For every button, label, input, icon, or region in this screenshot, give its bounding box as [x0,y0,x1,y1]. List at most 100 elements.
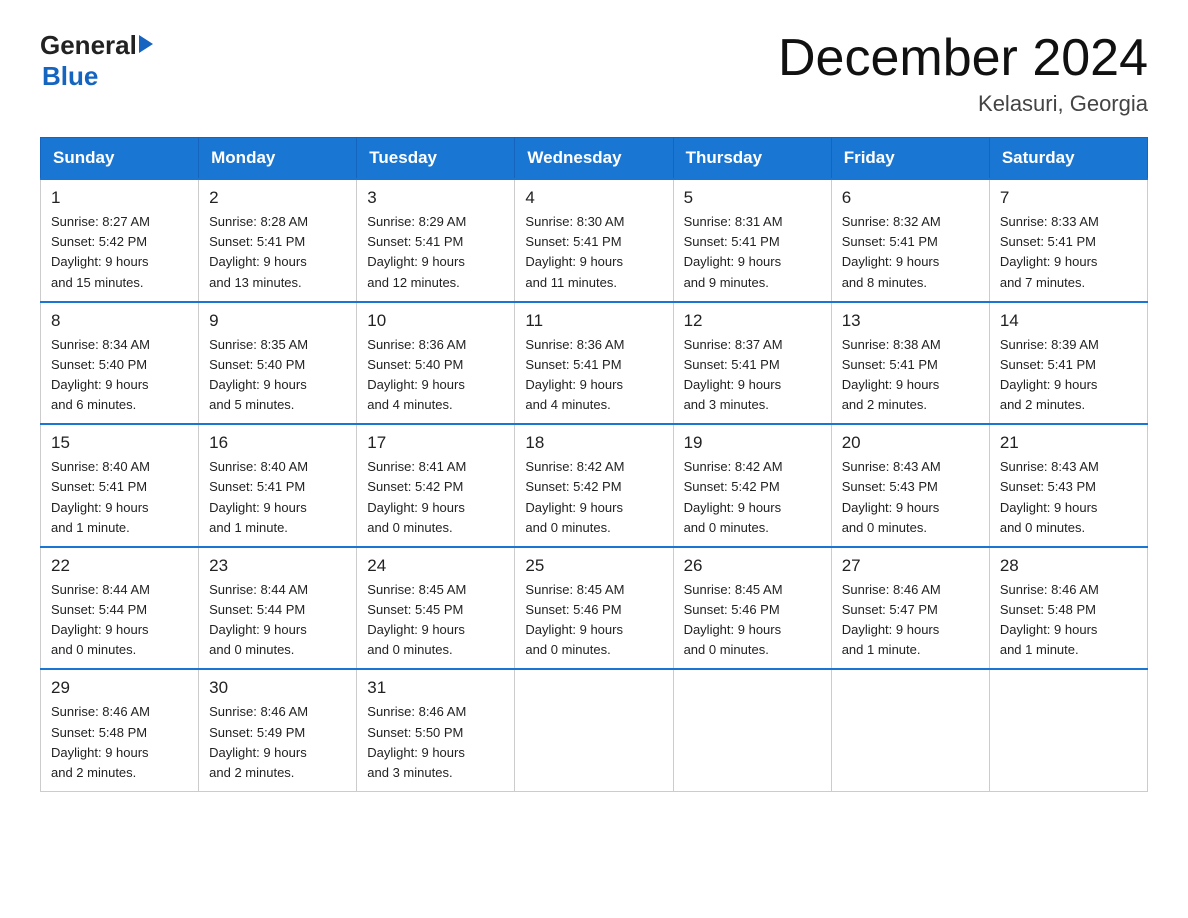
calendar-cell: 17 Sunrise: 8:41 AMSunset: 5:42 PMDayligh… [357,424,515,547]
calendar-cell: 26 Sunrise: 8:45 AMSunset: 5:46 PMDayligh… [673,547,831,670]
calendar-cell: 10 Sunrise: 8:36 AMSunset: 5:40 PMDayligh… [357,302,515,425]
calendar-cell: 31 Sunrise: 8:46 AMSunset: 5:50 PMDayligh… [357,669,515,791]
day-number: 3 [367,188,504,208]
calendar-table: SundayMondayTuesdayWednesdayThursdayFrid… [40,137,1148,792]
calendar-cell: 21 Sunrise: 8:43 AMSunset: 5:43 PMDayligh… [989,424,1147,547]
day-number: 28 [1000,556,1137,576]
day-info: Sunrise: 8:33 AMSunset: 5:41 PMDaylight:… [1000,212,1137,293]
day-info: Sunrise: 8:46 AMSunset: 5:48 PMDaylight:… [1000,580,1137,661]
calendar-cell: 18 Sunrise: 8:42 AMSunset: 5:42 PMDayligh… [515,424,673,547]
calendar-cell: 2Sunrise: 8:28 AMSunset: 5:41 PMDaylight… [199,179,357,302]
day-info: Sunrise: 8:42 AMSunset: 5:42 PMDaylight:… [684,457,821,538]
calendar-cell: 19 Sunrise: 8:42 AMSunset: 5:42 PMDayligh… [673,424,831,547]
day-info: Sunrise: 8:46 AMSunset: 5:50 PMDaylight:… [367,702,504,783]
calendar-cell: 11 Sunrise: 8:36 AMSunset: 5:41 PMDayligh… [515,302,673,425]
calendar-header-friday: Friday [831,138,989,180]
logo: General Blue [40,30,153,92]
day-info: Sunrise: 8:45 AMSunset: 5:45 PMDaylight:… [367,580,504,661]
calendar-cell: 14Sunrise: 8:39 AMSunset: 5:41 PMDayligh… [989,302,1147,425]
day-info: Sunrise: 8:36 AMSunset: 5:41 PMDaylight:… [525,335,662,416]
day-info: Sunrise: 8:34 AMSunset: 5:40 PMDaylight:… [51,335,188,416]
calendar-week-row: 22 Sunrise: 8:44 AMSunset: 5:44 PMDayligh… [41,547,1148,670]
day-info: Sunrise: 8:29 AMSunset: 5:41 PMDaylight:… [367,212,504,293]
calendar-cell: 7Sunrise: 8:33 AMSunset: 5:41 PMDaylight… [989,179,1147,302]
location-title: Kelasuri, Georgia [778,91,1148,117]
day-number: 24 [367,556,504,576]
calendar-cell: 25Sunrise: 8:45 AMSunset: 5:46 PMDayligh… [515,547,673,670]
calendar-week-row: 29Sunrise: 8:46 AMSunset: 5:48 PMDayligh… [41,669,1148,791]
calendar-cell: 28 Sunrise: 8:46 AMSunset: 5:48 PMDayligh… [989,547,1147,670]
day-number: 26 [684,556,821,576]
calendar-cell: 20 Sunrise: 8:43 AMSunset: 5:43 PMDayligh… [831,424,989,547]
calendar-header-saturday: Saturday [989,138,1147,180]
day-number: 2 [209,188,346,208]
calendar-cell [831,669,989,791]
logo-general-text: General [40,30,137,61]
day-number: 12 [684,311,821,331]
day-number: 5 [684,188,821,208]
calendar-cell: 3 Sunrise: 8:29 AMSunset: 5:41 PMDaylight… [357,179,515,302]
calendar-cell: 29Sunrise: 8:46 AMSunset: 5:48 PMDayligh… [41,669,199,791]
day-number: 13 [842,311,979,331]
day-info: Sunrise: 8:45 AMSunset: 5:46 PMDaylight:… [684,580,821,661]
day-number: 22 [51,556,188,576]
day-number: 21 [1000,433,1137,453]
day-info: Sunrise: 8:42 AMSunset: 5:42 PMDaylight:… [525,457,662,538]
day-number: 20 [842,433,979,453]
calendar-cell: 22 Sunrise: 8:44 AMSunset: 5:44 PMDayligh… [41,547,199,670]
calendar-cell: 23 Sunrise: 8:44 AMSunset: 5:44 PMDayligh… [199,547,357,670]
day-info: Sunrise: 8:44 AMSunset: 5:44 PMDaylight:… [209,580,346,661]
calendar-cell: 9Sunrise: 8:35 AMSunset: 5:40 PMDaylight… [199,302,357,425]
calendar-cell: 8 Sunrise: 8:34 AMSunset: 5:40 PMDaylight… [41,302,199,425]
calendar-header-sunday: Sunday [41,138,199,180]
calendar-cell: 12 Sunrise: 8:37 AMSunset: 5:41 PMDayligh… [673,302,831,425]
day-number: 17 [367,433,504,453]
calendar-week-row: 15 Sunrise: 8:40 AMSunset: 5:41 PMDayligh… [41,424,1148,547]
day-info: Sunrise: 8:43 AMSunset: 5:43 PMDaylight:… [842,457,979,538]
day-info: Sunrise: 8:30 AMSunset: 5:41 PMDaylight:… [525,212,662,293]
day-number: 6 [842,188,979,208]
calendar-header-tuesday: Tuesday [357,138,515,180]
calendar-cell: 30 Sunrise: 8:46 AMSunset: 5:49 PMDayligh… [199,669,357,791]
calendar-cell: 6 Sunrise: 8:32 AMSunset: 5:41 PMDaylight… [831,179,989,302]
calendar-cell: 27 Sunrise: 8:46 AMSunset: 5:47 PMDayligh… [831,547,989,670]
day-number: 27 [842,556,979,576]
calendar-cell [673,669,831,791]
day-number: 8 [51,311,188,331]
day-info: Sunrise: 8:46 AMSunset: 5:48 PMDaylight:… [51,702,188,783]
day-number: 31 [367,678,504,698]
day-number: 15 [51,433,188,453]
day-info: Sunrise: 8:39 AMSunset: 5:41 PMDaylight:… [1000,335,1137,416]
day-number: 23 [209,556,346,576]
day-info: Sunrise: 8:35 AMSunset: 5:40 PMDaylight:… [209,335,346,416]
calendar-cell [515,669,673,791]
day-number: 16 [209,433,346,453]
day-number: 1 [51,188,188,208]
day-info: Sunrise: 8:40 AMSunset: 5:41 PMDaylight:… [209,457,346,538]
day-info: Sunrise: 8:37 AMSunset: 5:41 PMDaylight:… [684,335,821,416]
day-number: 19 [684,433,821,453]
day-info: Sunrise: 8:27 AMSunset: 5:42 PMDaylight:… [51,212,188,293]
calendar-cell: 13Sunrise: 8:38 AMSunset: 5:41 PMDayligh… [831,302,989,425]
day-number: 11 [525,311,662,331]
day-number: 18 [525,433,662,453]
title-block: December 2024 Kelasuri, Georgia [778,30,1148,117]
day-info: Sunrise: 8:46 AMSunset: 5:49 PMDaylight:… [209,702,346,783]
page-header: General Blue December 2024 Kelasuri, Geo… [40,30,1148,117]
month-title: December 2024 [778,30,1148,87]
day-info: Sunrise: 8:45 AMSunset: 5:46 PMDaylight:… [525,580,662,661]
day-info: Sunrise: 8:41 AMSunset: 5:42 PMDaylight:… [367,457,504,538]
calendar-week-row: 8 Sunrise: 8:34 AMSunset: 5:40 PMDaylight… [41,302,1148,425]
calendar-week-row: 1 Sunrise: 8:27 AMSunset: 5:42 PMDaylight… [41,179,1148,302]
day-info: Sunrise: 8:32 AMSunset: 5:41 PMDaylight:… [842,212,979,293]
calendar-cell: 5Sunrise: 8:31 AMSunset: 5:41 PMDaylight… [673,179,831,302]
calendar-cell: 15Sunrise: 8:40 AMSunset: 5:41 PMDayligh… [41,424,199,547]
day-number: 30 [209,678,346,698]
day-number: 10 [367,311,504,331]
day-info: Sunrise: 8:43 AMSunset: 5:43 PMDaylight:… [1000,457,1137,538]
day-info: Sunrise: 8:46 AMSunset: 5:47 PMDaylight:… [842,580,979,661]
day-info: Sunrise: 8:36 AMSunset: 5:40 PMDaylight:… [367,335,504,416]
day-info: Sunrise: 8:44 AMSunset: 5:44 PMDaylight:… [51,580,188,661]
calendar-cell [989,669,1147,791]
calendar-cell: 4Sunrise: 8:30 AMSunset: 5:41 PMDaylight… [515,179,673,302]
